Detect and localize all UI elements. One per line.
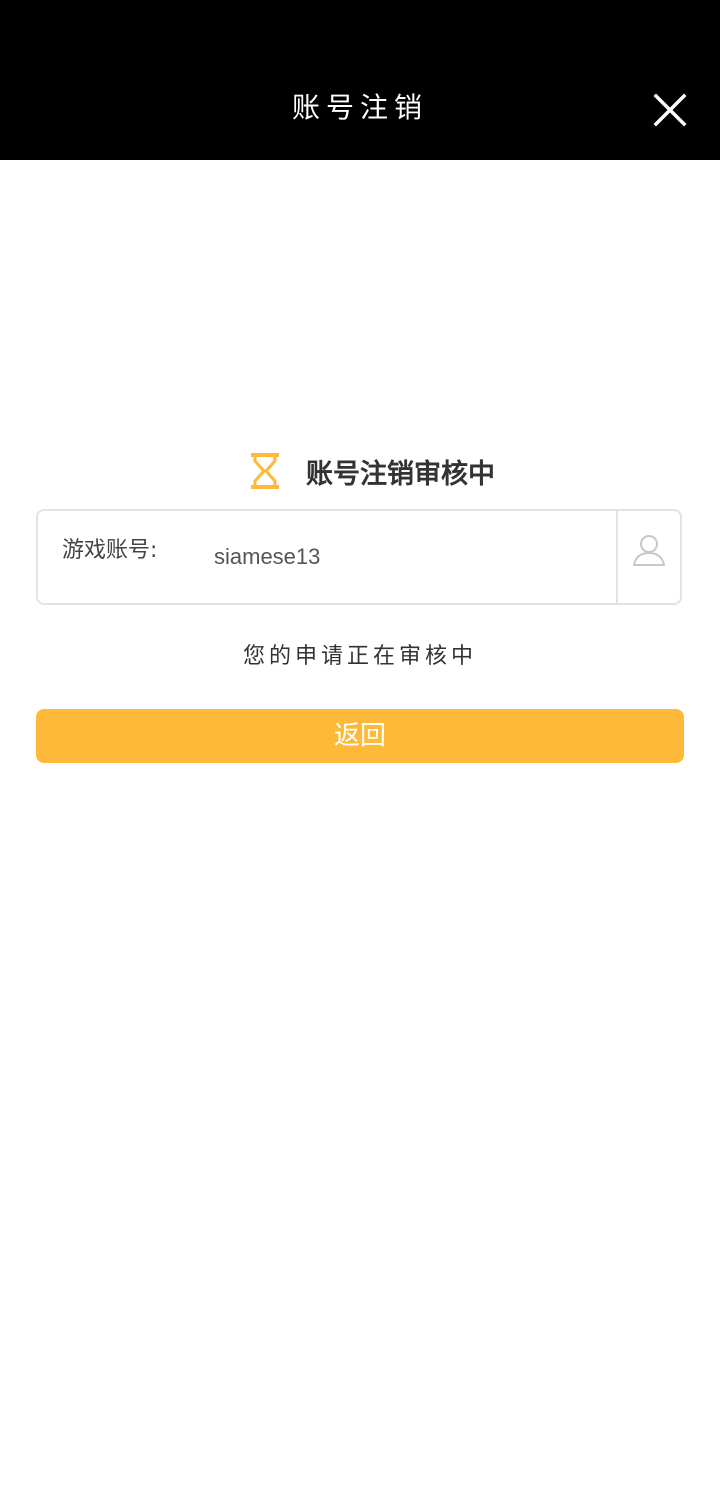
- user-icon: [632, 535, 666, 566]
- close-button[interactable]: [648, 88, 692, 132]
- account-value: siamese13: [214, 544, 321, 569]
- page: 账号注销 账号注销审核中 游戏账号: siamese13 您的申请正在审核中 返…: [0, 0, 720, 1497]
- review-message: 您的申请正在审核中: [242, 644, 477, 669]
- account-icon-cell: [616, 511, 680, 603]
- back-button[interactable]: 返回: [36, 709, 684, 763]
- close-icon: [653, 93, 687, 127]
- top-bar: 账号注销: [0, 0, 720, 160]
- status-row: 账号注销审核中: [0, 450, 720, 500]
- status-title: 账号注销审核中: [306, 459, 495, 490]
- account-field: 游戏账号: siamese13: [36, 509, 682, 605]
- account-label: 游戏账号:: [62, 538, 158, 563]
- hourglass-icon: [251, 453, 279, 489]
- page-title: 账号注销: [291, 91, 428, 124]
